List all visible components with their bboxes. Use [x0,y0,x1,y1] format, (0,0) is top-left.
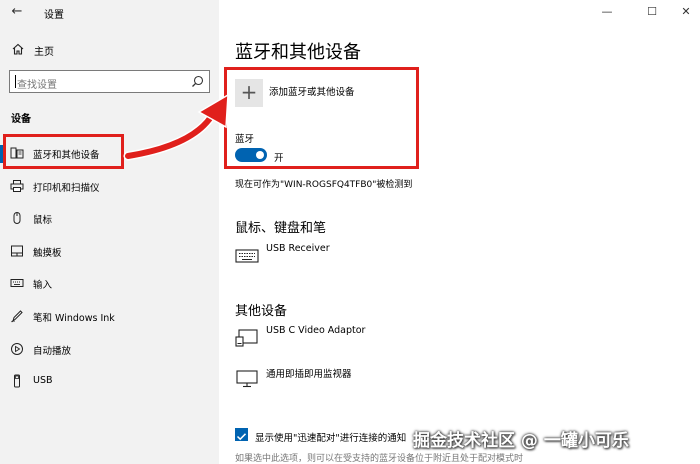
device-name: USB Receiver [266,243,330,254]
checkmark-icon [236,433,247,441]
close-button[interactable]: ✕ [676,4,696,20]
swift-pair-note: 如果选中此选项，则可以在受支持的蓝牙设备位于附近且处于配对模式时 [235,454,524,464]
plus-icon: + [240,80,258,104]
swift-pair-checkbox[interactable] [235,428,248,441]
minimize-button[interactable]: — [597,4,617,20]
main-panel: — ☐ ✕ 蓝牙和其他设备 + 添加蓝牙或其他设备 蓝牙 开 现在可作为"WIN… [219,0,700,464]
device-name: 通用即插即用监视器 [266,369,352,380]
display-adapter-icon [235,329,258,347]
sidebar-item-label: 主页 [34,47,54,58]
add-device-label[interactable]: 添加蓝牙或其他设备 [269,84,355,98]
bluetooth-label: 蓝牙 [235,134,255,145]
text-caret [15,75,16,88]
sidebar-item-label: 输入 [33,280,53,291]
section-mouse-keyboard-pen: 鼠标、键盘和笔 [235,221,327,236]
sidebar-item-label: 自动播放 [33,346,72,357]
sidebar-item-label: USB [33,375,53,386]
section-other-devices: 其他设备 [235,304,288,319]
page-title: 蓝牙和其他设备 [235,42,361,63]
bluetooth-toggle[interactable] [235,148,267,162]
section-header: 设备 [11,114,31,125]
app-title: 设置 [44,10,64,21]
sidebar-item-usb[interactable]: USB [0,369,219,395]
titlebar-left: ← 设置 [0,0,219,24]
device-pnp-monitor[interactable]: 通用即插即用监视器 [235,366,535,390]
printer-icon [10,180,24,192]
highlight-box-sidebar [3,134,124,169]
autoplay-icon [11,343,23,355]
add-device-button[interactable]: + [235,79,263,107]
monitor-icon [236,370,258,388]
sidebar-item-home[interactable]: 主页 [0,40,219,60]
usb-icon [14,374,20,388]
sidebar-item-touchpad[interactable]: 触摸板 [0,239,219,265]
sidebar-item-pen[interactable]: 笔和 Windows Ink [0,304,219,330]
search-placeholder: 查找设置 [17,80,57,91]
search-icon[interactable] [191,75,204,88]
sidebar-item-printers[interactable]: 打印机和扫描仪 [0,174,219,200]
bluetooth-state: 开 [274,153,284,164]
sidebar-item-autoplay[interactable]: 自动播放 [0,337,219,363]
device-name: USB C Video Adaptor [266,325,366,336]
discoverable-text: 现在可作为"WIN-ROGSFQ4TFB0"被检测到 [235,180,413,190]
device-usb-c-video[interactable]: USB C Video Adaptor [235,325,535,349]
swift-pair-label[interactable]: 显示使用"迅速配对"进行连接的通知 [255,430,406,444]
search-input[interactable]: 查找设置 [9,70,210,93]
back-button[interactable]: ← [9,4,25,20]
sidebar-item-label: 触摸板 [33,248,62,259]
watermark: 掘金技术社区 @ 一罐小可乐 [413,431,629,451]
maximize-button[interactable]: ☐ [642,4,662,20]
pen-icon [11,310,23,323]
sidebar-item-label: 鼠标 [33,215,53,226]
home-icon [12,43,24,55]
sidebar-item-typing[interactable]: 输入 [0,271,219,297]
sidebar-item-mouse[interactable]: 鼠标 [0,206,219,232]
sidebar-item-label: 打印机和扫描仪 [33,183,100,194]
keyboard-icon [235,249,259,263]
keyboard-icon [10,279,24,287]
toggle-knob [256,151,264,159]
sidebar-item-label: 笔和 Windows Ink [33,313,115,324]
touchpad-icon [11,245,23,257]
mouse-icon [13,212,21,224]
sidebar: ← 设置 主页 查找设置 设备 蓝牙和其他设备 打印机和扫描仪 鼠标 触摸板 输… [0,0,219,464]
device-usb-receiver[interactable]: USB Receiver [235,243,535,267]
